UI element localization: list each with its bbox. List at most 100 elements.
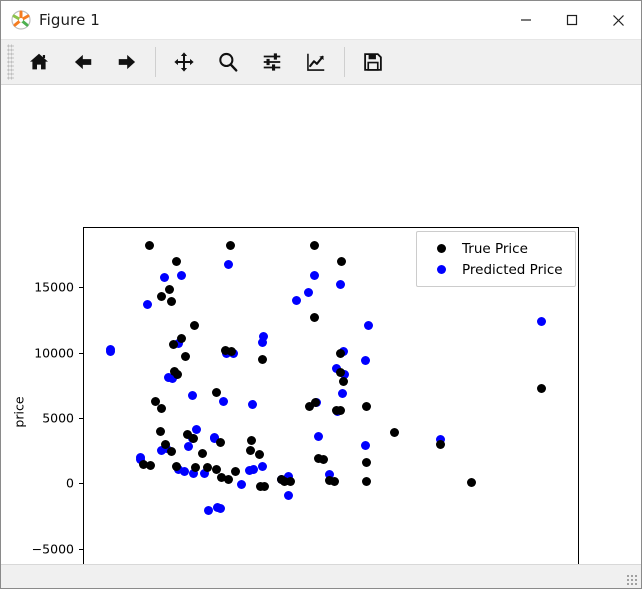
scatter-point bbox=[389, 427, 399, 437]
edit-axis-button[interactable] bbox=[294, 43, 338, 81]
scatter-point bbox=[157, 403, 167, 413]
scatter-point bbox=[156, 426, 166, 436]
toolbar-separator-1 bbox=[155, 47, 156, 77]
y-axis-tick-label: 10000 bbox=[34, 345, 74, 361]
scatter-point bbox=[336, 367, 346, 377]
scatter-point bbox=[309, 240, 319, 250]
title-bar: Figure 1 bbox=[1, 1, 641, 40]
legend-label: Predicted Price bbox=[462, 261, 563, 278]
y-axis-tick bbox=[79, 483, 83, 485]
scatter-point bbox=[257, 337, 267, 347]
scatter-point bbox=[247, 435, 257, 445]
figure-canvas[interactable]: 0.0000.0250.0500.0750.1000.1250.1500.175… bbox=[1, 85, 641, 564]
maximize-button[interactable] bbox=[549, 1, 595, 39]
scatter-point bbox=[145, 460, 155, 470]
arrow-left-icon bbox=[74, 54, 92, 70]
pan-move-icon bbox=[174, 52, 194, 72]
y-axis-tick-label: 0 bbox=[66, 475, 74, 491]
scatter-point bbox=[335, 280, 345, 290]
minimize-button[interactable] bbox=[503, 1, 549, 39]
toolbar-drag-handle[interactable] bbox=[7, 44, 14, 80]
legend-marker-icon bbox=[437, 265, 446, 274]
scatter-point bbox=[283, 490, 293, 500]
scatter-point bbox=[330, 476, 340, 486]
home-icon bbox=[30, 53, 48, 70]
legend-entry: Predicted Price bbox=[425, 259, 566, 280]
scatter-point bbox=[171, 256, 181, 266]
scatter-point bbox=[187, 390, 197, 400]
back-button[interactable] bbox=[61, 43, 105, 81]
legend-entry: True Price bbox=[425, 238, 566, 259]
minimize-icon bbox=[521, 19, 531, 21]
scatter-point bbox=[467, 477, 477, 487]
legend-marker-icon bbox=[437, 244, 446, 253]
arrow-right-icon bbox=[118, 54, 136, 70]
magnifier-zoom-icon bbox=[219, 52, 238, 72]
scatter-point bbox=[176, 270, 186, 280]
configure-subplots-button[interactable] bbox=[250, 43, 294, 81]
scatter-point bbox=[191, 424, 201, 434]
pan-button[interactable] bbox=[162, 43, 206, 81]
navigation-toolbar bbox=[1, 40, 641, 85]
scatter-point bbox=[164, 285, 174, 295]
y-axis-label: price bbox=[11, 395, 27, 428]
scatter-point bbox=[183, 441, 193, 451]
scatter-point bbox=[309, 270, 319, 280]
y-axis-tick bbox=[79, 548, 83, 550]
legend-label: True Price bbox=[462, 240, 528, 257]
status-bar bbox=[1, 564, 641, 588]
scatter-point bbox=[336, 348, 346, 358]
sliders-configure-icon bbox=[263, 53, 281, 71]
chart-legend[interactable]: True Price Predicted Price bbox=[416, 231, 576, 287]
save-button[interactable] bbox=[351, 43, 395, 81]
scatter-point bbox=[337, 388, 347, 398]
window-title: Figure 1 bbox=[39, 11, 100, 29]
y-axis-tick-label: 15000 bbox=[34, 279, 74, 295]
scatter-point bbox=[145, 240, 155, 250]
scatter-point bbox=[226, 240, 236, 250]
scatter-point bbox=[360, 355, 370, 365]
zoom-button[interactable] bbox=[206, 43, 250, 81]
scatter-point bbox=[223, 474, 233, 484]
floppy-save-icon bbox=[364, 53, 382, 71]
scatter-point bbox=[168, 340, 178, 350]
scatter-point bbox=[166, 297, 176, 307]
scatter-point bbox=[336, 256, 346, 266]
scatter-figure: 0.0000.0250.0500.0750.1000.1250.1500.175… bbox=[1, 85, 641, 564]
close-icon bbox=[612, 14, 624, 26]
scatter-point bbox=[171, 461, 181, 471]
y-axis-tick bbox=[79, 287, 83, 289]
scatter-point bbox=[245, 445, 255, 455]
resize-grip-icon[interactable] bbox=[626, 574, 638, 586]
scatter-point bbox=[286, 477, 296, 486]
close-button[interactable] bbox=[595, 1, 641, 39]
scatter-point bbox=[157, 291, 167, 301]
scatter-point bbox=[218, 397, 228, 407]
y-axis-tick bbox=[79, 352, 83, 354]
scatter-point bbox=[257, 461, 267, 471]
scatter-point bbox=[189, 320, 199, 330]
scatter-point bbox=[291, 296, 301, 306]
matplotlib-logo-icon bbox=[11, 10, 31, 30]
scatter-point bbox=[191, 462, 201, 472]
chart-edit-icon bbox=[307, 53, 325, 71]
y-axis-tick bbox=[79, 418, 83, 420]
figure-window: Figure 1 −5000 0 5000 10000 15000 price … bbox=[0, 0, 642, 589]
scatter-point bbox=[309, 312, 319, 322]
window-controls bbox=[503, 1, 641, 39]
forward-button[interactable] bbox=[105, 43, 149, 81]
maximize-icon bbox=[566, 14, 578, 26]
scatter-point bbox=[211, 388, 221, 398]
y-axis-tick-label: −5000 bbox=[31, 541, 74, 557]
toolbar-separator-2 bbox=[344, 47, 345, 77]
scatter-point bbox=[167, 446, 177, 456]
scatter-point bbox=[360, 441, 370, 451]
home-button[interactable] bbox=[17, 43, 61, 81]
scatter-point bbox=[203, 462, 213, 472]
scatter-point bbox=[335, 406, 345, 416]
scatter-point bbox=[176, 333, 186, 343]
scatter-point bbox=[305, 401, 315, 411]
scatter-point bbox=[159, 272, 169, 282]
scatter-point bbox=[338, 376, 348, 386]
scatter-point bbox=[362, 401, 372, 411]
